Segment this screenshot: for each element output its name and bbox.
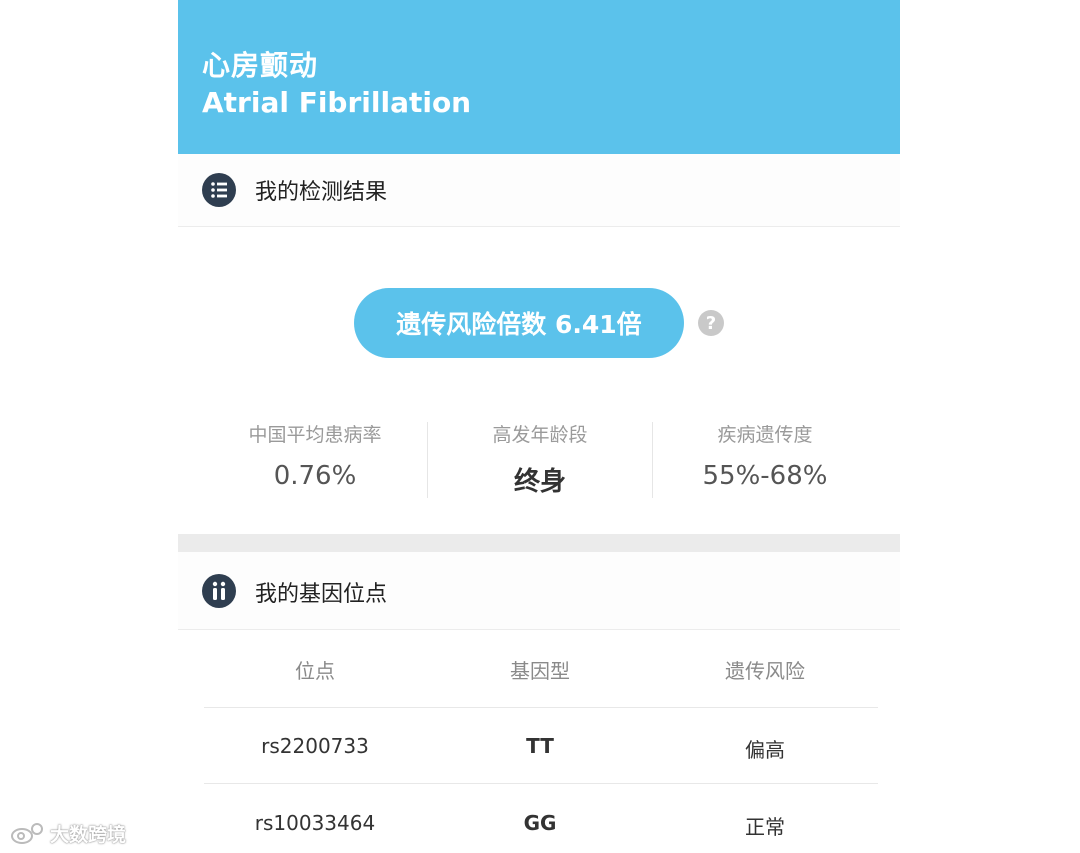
stat-label: 高发年龄段 bbox=[492, 424, 588, 446]
stat-label: 疾病遗传度 bbox=[717, 424, 813, 446]
stat-value: 55%-68% bbox=[702, 461, 828, 491]
stat-value: 终身 bbox=[513, 467, 566, 497]
gene-section-title: 我的基因位点 bbox=[255, 582, 388, 607]
disease-header: 心房颤动 Atrial Fibrillation bbox=[178, 0, 900, 154]
column-header-risk: 遗传风险 bbox=[725, 659, 805, 683]
cell-risk: 正常 bbox=[745, 815, 785, 839]
result-section-title: 我的检测结果 bbox=[255, 180, 388, 205]
weibo-logo-icon bbox=[11, 823, 43, 844]
cell-risk: 偏高 bbox=[745, 738, 785, 762]
cell-locus: rs2200733 bbox=[261, 734, 369, 758]
cell-locus: rs10033464 bbox=[254, 811, 376, 835]
stat-value: 0.76% bbox=[273, 461, 357, 491]
stat-heritability: 疾病遗传度 55%-68% bbox=[652, 420, 878, 491]
column-header-locus: 位点 bbox=[295, 659, 335, 683]
disease-title-cn: 心房颤动 bbox=[202, 49, 319, 82]
gene-locus-icon bbox=[202, 574, 236, 608]
row-divider bbox=[204, 783, 878, 784]
result-section-header: 我的检测结果 bbox=[178, 154, 900, 227]
stat-onset-age: 高发年龄段 终身 bbox=[427, 420, 653, 498]
question-circle-icon[interactable]: ? bbox=[698, 310, 724, 336]
stat-label: 中国平均患病率 bbox=[248, 424, 382, 446]
column-header-genotype: 基因型 bbox=[510, 659, 570, 683]
watermark-text: 大数跨境 bbox=[50, 824, 127, 846]
disease-title-en: Atrial Fibrillation bbox=[202, 86, 472, 119]
report-panel: 心房颤动 Atrial Fibrillation 我的检测结果 遗传风险倍数 6… bbox=[178, 0, 900, 853]
cell-genotype: GG bbox=[523, 811, 557, 835]
risk-multiplier-badge: 遗传风险倍数 6.41倍 bbox=[354, 288, 684, 358]
watermark: 大数跨境 bbox=[10, 820, 150, 848]
list-icon bbox=[202, 173, 236, 207]
section-separator bbox=[178, 534, 900, 552]
stat-prevalence: 中国平均患病率 0.76% bbox=[202, 420, 428, 491]
cell-genotype: TT bbox=[526, 734, 554, 758]
row-divider bbox=[204, 707, 878, 708]
gene-section-header: 我的基因位点 bbox=[178, 552, 900, 630]
